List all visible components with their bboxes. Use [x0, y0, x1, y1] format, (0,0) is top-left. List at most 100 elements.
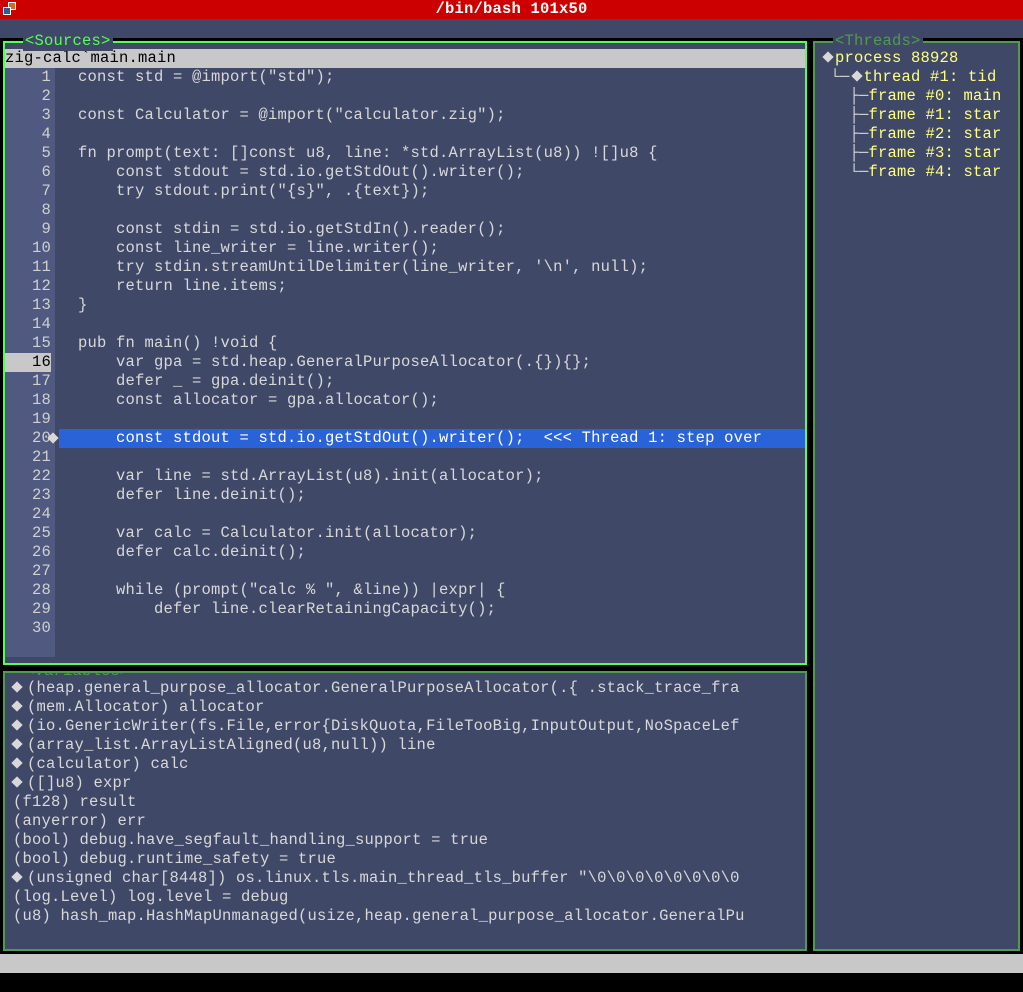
tree-branch-icon: ├─	[821, 144, 869, 162]
line-number[interactable]: 8	[5, 201, 51, 220]
expand-icon[interactable]	[851, 70, 862, 81]
variable-row[interactable]: (calculator) calc	[13, 755, 801, 774]
source-line[interactable]: fn prompt(text: []const u8, line: *std.A…	[59, 144, 805, 163]
line-number[interactable]: 13	[5, 296, 51, 315]
source-line[interactable]: while (prompt("calc % ", &line)) |expr| …	[59, 581, 805, 600]
source-line[interactable]: const stdin = std.io.getStdIn().reader()…	[59, 220, 805, 239]
source-line[interactable]: }	[59, 296, 805, 315]
expand-icon[interactable]	[11, 719, 22, 730]
source-line[interactable]: const stdout = std.io.getStdOut().writer…	[59, 163, 805, 182]
variable-row[interactable]: (mem.Allocator) allocator	[13, 698, 801, 717]
source-line[interactable]: try stdin.streamUntilDelimiter(line_writ…	[59, 258, 805, 277]
tree-branch-icon: ├─	[821, 87, 869, 105]
variable-row[interactable]: (u8) hash_map.HashMapUnmanaged(usize,hea…	[13, 907, 801, 926]
line-number-gutter[interactable]: 1234567891011121314151617181920212223242…	[5, 68, 55, 657]
thread-row[interactable]: ├─frame #3: star	[821, 144, 1014, 163]
expand-icon[interactable]	[11, 871, 22, 882]
source-line[interactable]: defer line.clearRetainingCapacity();	[59, 600, 805, 619]
source-line[interactable]	[59, 410, 805, 429]
line-number[interactable]: 11	[5, 258, 51, 277]
source-line[interactable]	[59, 201, 805, 220]
source-line[interactable]: return line.items;	[59, 277, 805, 296]
line-number[interactable]: 18	[5, 391, 51, 410]
thread-row[interactable]: └─frame #4: star	[821, 163, 1014, 182]
line-number[interactable]: 3	[5, 106, 51, 125]
source-line[interactable]: var calc = Calculator.init(allocator);	[59, 524, 805, 543]
variable-row[interactable]: (heap.general_purpose_allocator.GeneralP…	[13, 679, 801, 698]
status-process-id: 88928	[107, 973, 155, 991]
variable-row[interactable]: (io.GenericWriter(fs.File,error{DiskQuot…	[13, 717, 801, 736]
source-line[interactable]	[59, 562, 805, 581]
line-number[interactable]: 10	[5, 239, 51, 258]
source-line[interactable]: pub fn main() !void {	[59, 334, 805, 353]
line-number[interactable]: 29	[5, 600, 51, 619]
variable-row[interactable]: ([]u8) expr	[13, 774, 801, 793]
expand-icon[interactable]	[822, 51, 833, 62]
line-number[interactable]: 6	[5, 163, 51, 182]
source-line[interactable]: const allocator = gpa.allocator();	[59, 391, 805, 410]
line-number[interactable]: 27	[5, 562, 51, 581]
thread-row[interactable]: process 88928	[821, 49, 1014, 68]
line-number[interactable]: 12	[5, 277, 51, 296]
line-number[interactable]: 9	[5, 220, 51, 239]
status-pc-label: PC =	[677, 973, 715, 991]
line-number[interactable]: 7	[5, 182, 51, 201]
threads-panel[interactable]: <Threads> process 88928 └─thread #1: tid…	[813, 41, 1020, 951]
line-number[interactable]: 24	[5, 505, 51, 524]
source-line[interactable]	[59, 619, 805, 638]
line-number[interactable]: 1	[5, 68, 51, 87]
source-line[interactable]: const std = @import("std");	[59, 68, 805, 87]
source-line[interactable]	[59, 315, 805, 334]
source-line[interactable]: defer line.deinit();	[59, 486, 805, 505]
variable-row[interactable]: (anyerror) err	[13, 812, 801, 831]
line-number[interactable]: 14	[5, 315, 51, 334]
source-line[interactable]	[59, 125, 805, 144]
source-line[interactable]: defer _ = gpa.deinit();	[59, 372, 805, 391]
line-number[interactable]: 23	[5, 486, 51, 505]
line-number[interactable]: 28	[5, 581, 51, 600]
thread-row[interactable]: ├─frame #0: main	[821, 87, 1014, 106]
expand-icon[interactable]	[11, 776, 22, 787]
source-line[interactable]	[59, 87, 805, 106]
variable-row[interactable]: (bool) debug.runtime_safety = true	[13, 850, 801, 869]
variable-row[interactable]: (unsigned char[8448]) os.linux.tls.main_…	[13, 869, 801, 888]
line-number[interactable]: 30	[5, 619, 51, 638]
source-line[interactable]: const line_writer = line.writer();	[59, 239, 805, 258]
source-line[interactable]	[59, 505, 805, 524]
window-titlebar[interactable]: /bin/bash 101x50	[0, 0, 1023, 19]
variable-row[interactable]: (f128) result	[13, 793, 801, 812]
source-code-view[interactable]: const std = @import("std"); const Calcul…	[55, 68, 805, 657]
line-number[interactable]: 15	[5, 334, 51, 353]
line-number[interactable]: 5	[5, 144, 51, 163]
line-number[interactable]: 17	[5, 372, 51, 391]
source-line[interactable]: try stdout.print("{s}", .{text});	[59, 182, 805, 201]
source-line[interactable]	[59, 448, 805, 467]
variable-row[interactable]: (array_list.ArrayListAligned(u8,null)) l…	[13, 736, 801, 755]
variable-row[interactable]: (bool) debug.have_segfault_handling_supp…	[13, 831, 801, 850]
source-line[interactable]: var gpa = std.heap.GeneralPurposeAllocat…	[59, 353, 805, 372]
expand-icon[interactable]	[11, 681, 22, 692]
line-number[interactable]: 25	[5, 524, 51, 543]
line-number[interactable]: 20	[5, 429, 51, 448]
source-line[interactable]: defer calc.deinit();	[59, 543, 805, 562]
thread-row[interactable]: ├─frame #2: star	[821, 125, 1014, 144]
line-number[interactable]: 2	[5, 87, 51, 106]
sources-panel[interactable]: <Sources> zig-calc`main.main 12345678910…	[3, 41, 807, 665]
line-number[interactable]: 22	[5, 467, 51, 486]
source-line[interactable]: const stdout = std.io.getStdOut().writer…	[59, 429, 805, 448]
variables-panel[interactable]: <Variables> (heap.general_purpose_alloca…	[3, 671, 807, 951]
source-line[interactable]: var line = std.ArrayList(u8).init(alloca…	[59, 467, 805, 486]
source-line[interactable]: const Calculator = @import("calculator.z…	[59, 106, 805, 125]
variable-row[interactable]: (log.Level) log.level = debug	[13, 888, 801, 907]
thread-row[interactable]: ├─frame #1: star	[821, 106, 1014, 125]
expand-icon[interactable]	[11, 757, 22, 768]
line-number[interactable]: 4	[5, 125, 51, 144]
expand-icon[interactable]	[11, 738, 22, 749]
line-number[interactable]: 26	[5, 543, 51, 562]
line-number[interactable]: 21	[5, 448, 51, 467]
thread-row[interactable]: └─thread #1: tid	[821, 68, 1014, 87]
line-number[interactable]: 19	[5, 410, 51, 429]
line-number[interactable]: 16	[5, 353, 51, 372]
expand-icon[interactable]	[11, 700, 22, 711]
tree-branch-icon: └─	[821, 163, 869, 181]
